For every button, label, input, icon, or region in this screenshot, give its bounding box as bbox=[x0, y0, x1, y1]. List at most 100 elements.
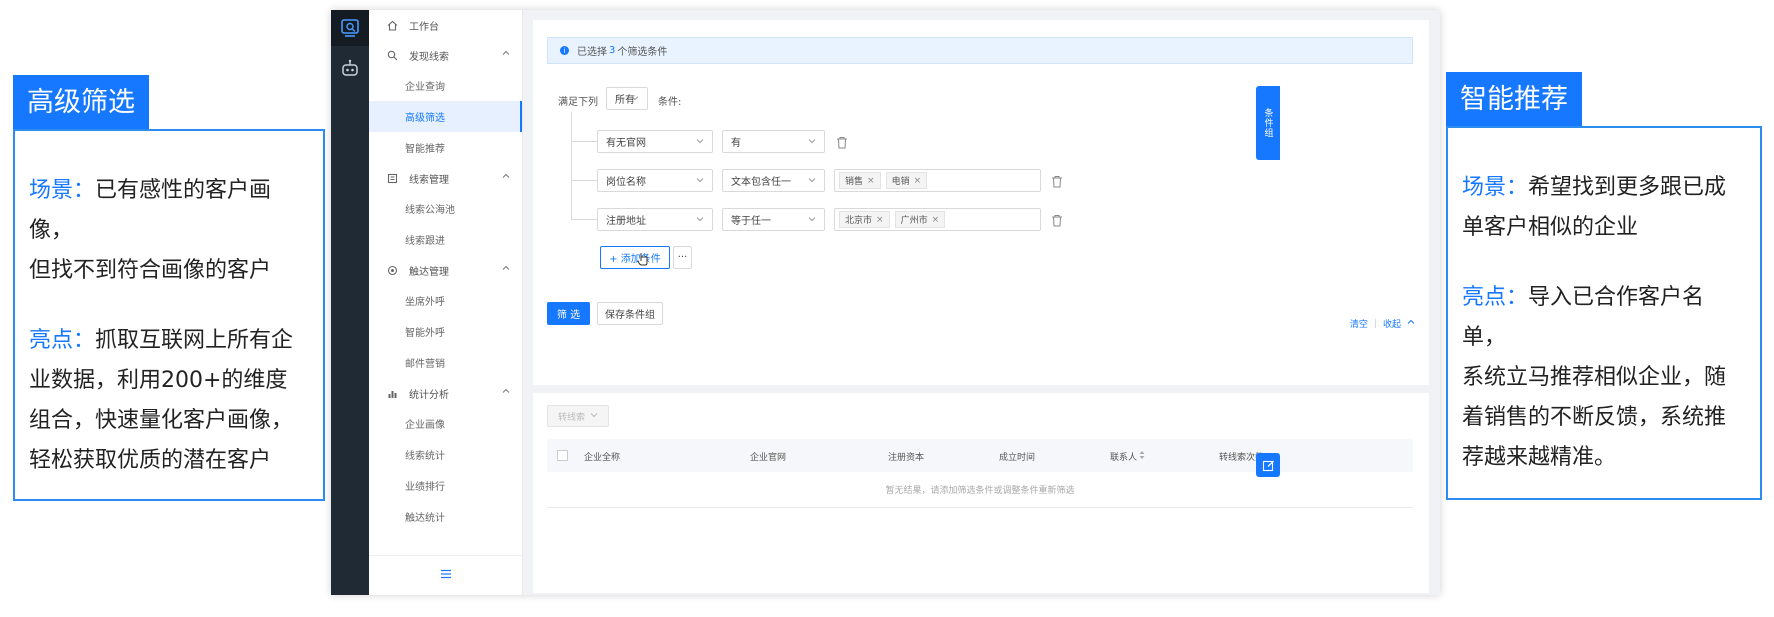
close-icon[interactable]: × bbox=[932, 215, 940, 225]
condition-group-tab[interactable]: 条件组 bbox=[1256, 86, 1280, 160]
alert-count: 3 bbox=[609, 45, 616, 56]
trash-icon[interactable] bbox=[1051, 212, 1065, 227]
sidebar-item-advanced-filter[interactable]: 高级筛选 bbox=[369, 101, 522, 132]
sidebar-label: 触达管理 bbox=[409, 266, 449, 278]
condition-operator-value: 等于任一 bbox=[731, 216, 771, 227]
close-icon[interactable]: × bbox=[867, 176, 875, 186]
condition-operator-select[interactable]: 有 bbox=[722, 130, 825, 153]
condition-field-select[interactable]: 有无官网 bbox=[597, 130, 713, 153]
left-callout: 高级筛选 场景：已有感性的客户画像， 但找不到符合画像的客户 亮点：抓取互联网上… bbox=[13, 75, 325, 501]
chevron-down-icon bbox=[696, 176, 704, 187]
sidebar-item-reach-stats[interactable]: 触达统计 bbox=[369, 501, 522, 532]
sidebar-group-stats[interactable]: 统计分析 bbox=[369, 378, 522, 408]
match-label: 满足下列 bbox=[558, 97, 598, 108]
chevron-up-icon bbox=[502, 49, 510, 60]
value-tag-label: 广州市 bbox=[900, 216, 928, 226]
sidebar-label: 统计分析 bbox=[409, 389, 449, 401]
sidebar-item-seat-call[interactable]: 坐席外呼 bbox=[369, 285, 522, 316]
sidebar: 工作台 发现线索 企业查询 高级筛选 智能推荐 线索管理 线索公海池 线索跟进 … bbox=[369, 10, 523, 595]
condition-field-select[interactable]: 注册地址 bbox=[597, 208, 713, 231]
trash-icon[interactable] bbox=[1051, 173, 1065, 188]
value-tag: 北京市 × bbox=[839, 211, 890, 228]
stage: 高级筛选 场景：已有感性的客户画像， 但找不到符合画像的客户 亮点：抓取互联网上… bbox=[0, 0, 1774, 617]
sidebar-item-performance-rank[interactable]: 业绩排行 bbox=[369, 470, 522, 501]
column-header: 企业官网 bbox=[750, 453, 787, 463]
sidebar-item-lead-stats[interactable]: 线索统计 bbox=[369, 439, 522, 470]
filter-button[interactable]: 筛 选 bbox=[547, 302, 590, 325]
left-highlight-label: 亮点： bbox=[29, 328, 96, 353]
more-options-button[interactable]: ··· bbox=[673, 246, 692, 269]
alert-prefix: 已选择 bbox=[577, 47, 607, 58]
close-icon[interactable]: × bbox=[914, 176, 922, 186]
value-tag-label: 电销 bbox=[891, 177, 910, 187]
right-scene-text1: 希望找到更多跟已成 bbox=[1528, 175, 1727, 200]
cursor-icon bbox=[637, 251, 649, 270]
value-tag: 电销 × bbox=[885, 172, 928, 189]
right-callout-title: 智能推荐 bbox=[1446, 72, 1582, 128]
add-condition-button[interactable]: + 添加条件 bbox=[600, 246, 670, 269]
list-icon bbox=[387, 173, 401, 184]
condition-field-select[interactable]: 岗位名称 bbox=[597, 169, 713, 192]
tree-line bbox=[571, 141, 597, 142]
filter-card: i 已选择 3 个筛选条件 满足下列 所有 条件: 有无官网 有 岗位名称 文本… bbox=[533, 20, 1429, 385]
sidebar-collapse-button[interactable] bbox=[369, 555, 523, 595]
sidebar-item-smart-recommend[interactable]: 智能推荐 bbox=[369, 132, 522, 163]
clear-link[interactable]: 清空 bbox=[1350, 317, 1368, 330]
condition-field-value: 岗位名称 bbox=[606, 177, 646, 188]
trash-icon[interactable] bbox=[836, 134, 850, 149]
column-header[interactable]: 联系人 bbox=[1110, 450, 1137, 463]
right-highlight-line4: 荐越来越精准。 bbox=[1462, 445, 1617, 470]
condition-values-input[interactable]: 北京市 × 广州市 × bbox=[834, 208, 1041, 231]
left-callout-title: 高级筛选 bbox=[13, 75, 149, 131]
right-callout: 智能推荐 场景：希望找到更多跟已成 单客户相似的企业 亮点：导入已合作客户名单，… bbox=[1446, 72, 1762, 500]
main-content: i 已选择 3 个筛选条件 满足下列 所有 条件: 有无官网 有 岗位名称 文本… bbox=[523, 10, 1440, 595]
right-highlight-label: 亮点： bbox=[1462, 285, 1529, 310]
sidebar-item-lead-follow[interactable]: 线索跟进 bbox=[369, 224, 522, 255]
sidebar-item-workbench[interactable]: 工作台 bbox=[369, 10, 522, 40]
select-all-checkbox[interactable] bbox=[557, 450, 568, 461]
match-select[interactable]: 所有 bbox=[606, 87, 648, 110]
left-highlight-text1: 抓取互联网上所有企 bbox=[95, 328, 294, 353]
results-card: 转线索 企业全称 企业官网 注册资本 成立时间 联系人 转线索次数 暂无结果，请… bbox=[533, 393, 1429, 593]
sidebar-item-company-query[interactable]: 企业查询 bbox=[369, 70, 522, 101]
robot-icon[interactable] bbox=[331, 54, 369, 82]
app-logo-icon[interactable] bbox=[331, 10, 369, 46]
collapse-link[interactable]: 收起 bbox=[1383, 317, 1401, 330]
close-icon[interactable]: × bbox=[876, 215, 884, 225]
condition-operator-select[interactable]: 文本包含任一 bbox=[722, 169, 825, 192]
target-icon bbox=[387, 265, 401, 276]
condition-operator-value: 有 bbox=[731, 138, 741, 149]
value-tag: 销售 × bbox=[839, 172, 881, 189]
left-highlight-line2: 业数据，利用200+的维度 bbox=[29, 368, 288, 393]
condition-group-label: 条件组 bbox=[1262, 108, 1273, 138]
chevron-down-icon bbox=[631, 94, 639, 105]
condition-operator-select[interactable]: 等于任一 bbox=[722, 208, 825, 231]
sidebar-group-lead-mgmt[interactable]: 线索管理 bbox=[369, 163, 522, 193]
sidebar-item-company-profile[interactable]: 企业画像 bbox=[369, 408, 522, 439]
chevron-down-icon bbox=[696, 215, 704, 226]
sort-icon[interactable] bbox=[1139, 450, 1145, 463]
save-condition-group-button[interactable]: 保存条件组 bbox=[597, 302, 663, 325]
transfer-lead-button[interactable]: 转线索 bbox=[547, 405, 609, 427]
sidebar-item-smart-call[interactable]: 智能外呼 bbox=[369, 316, 522, 347]
sidebar-item-email-marketing[interactable]: 邮件营销 bbox=[369, 347, 522, 378]
value-tag-label: 销售 bbox=[845, 177, 864, 187]
sidebar-group-reach-mgmt[interactable]: 触达管理 bbox=[369, 255, 522, 285]
sidebar-item-lead-pool[interactable]: 线索公海池 bbox=[369, 193, 522, 224]
left-scene-label: 场景： bbox=[29, 178, 96, 203]
left-gap bbox=[29, 291, 309, 321]
condition-field-value: 注册地址 bbox=[606, 216, 646, 227]
sidebar-group-discover[interactable]: 发现线索 bbox=[369, 40, 522, 70]
edit-icon[interactable] bbox=[1256, 453, 1280, 477]
condition-label: 条件: bbox=[658, 97, 682, 108]
search-icon bbox=[387, 50, 401, 61]
chevron-up-icon bbox=[502, 264, 510, 275]
chevron-down-icon bbox=[590, 411, 598, 422]
filter-links: 清空 | 收起 bbox=[1350, 317, 1415, 330]
right-highlight-line3: 着销售的不断反馈，系统推 bbox=[1462, 405, 1727, 430]
chevron-down-icon bbox=[808, 215, 816, 226]
right-gap bbox=[1462, 248, 1746, 278]
condition-values-input[interactable]: 销售 × 电销 × bbox=[834, 169, 1041, 192]
home-icon bbox=[387, 20, 401, 31]
icon-rail bbox=[331, 10, 369, 595]
